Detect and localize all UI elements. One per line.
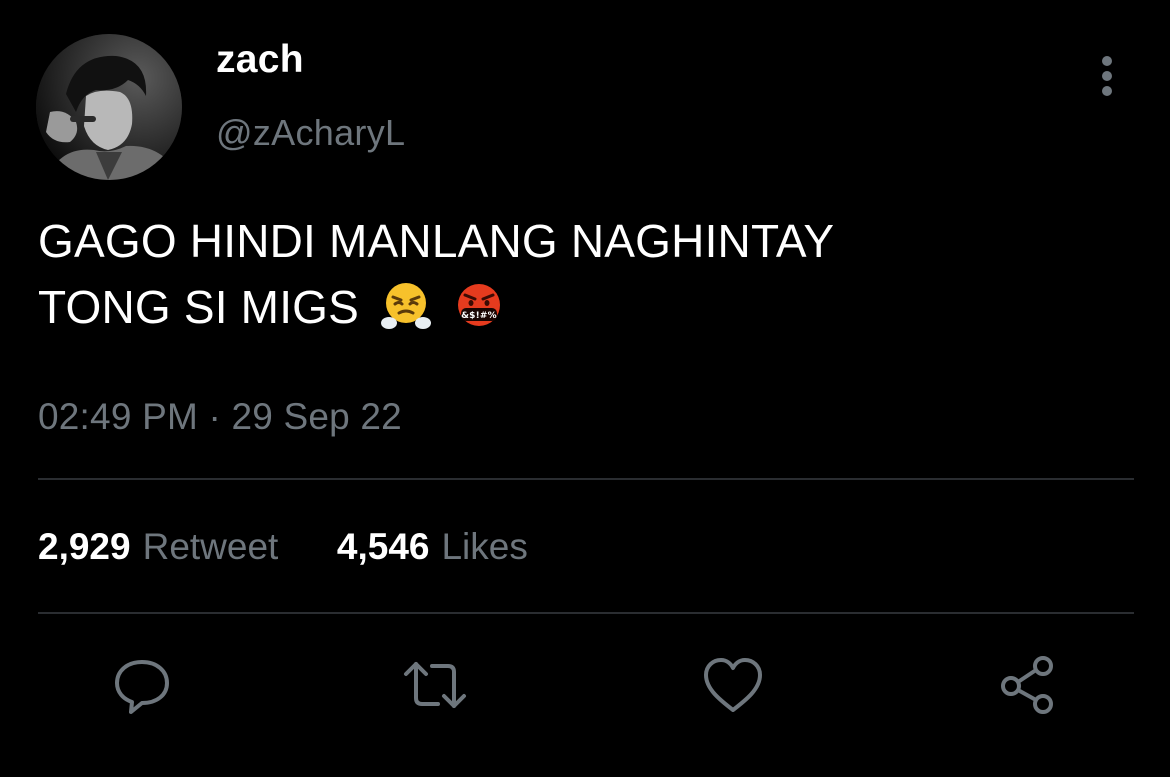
face-with-steam-from-nose-icon: [380, 279, 432, 348]
retweet-icon[interactable]: [402, 652, 468, 718]
divider: [38, 612, 1134, 614]
author-display-name[interactable]: zach: [216, 38, 304, 82]
tweet-text-line-2: TONG SI MIGS: [38, 281, 360, 333]
likes-count: 4,546: [336, 526, 430, 567]
author-handle[interactable]: @zAcharyL: [216, 112, 405, 154]
reply-icon[interactable]: [109, 652, 175, 718]
tweet-text-line-1: GAGO HINDI MANLANG NAGHINTAY: [38, 215, 835, 267]
likes-label: Likes: [441, 526, 528, 567]
svg-text:&$!#%: &$!#%: [461, 311, 497, 321]
retweets-count: 2,929: [38, 526, 131, 567]
retweets-stat[interactable]: 2,929 Retweet: [38, 526, 289, 567]
share-icon[interactable]: [996, 652, 1062, 718]
face-with-symbols-on-mouth-icon: &$!#%: [453, 279, 505, 348]
avatar[interactable]: [36, 34, 182, 180]
retweets-label: Retweet: [142, 526, 279, 567]
divider: [38, 478, 1134, 480]
tweet-timestamp[interactable]: 02:49 PM · 29 Sep 22: [38, 396, 402, 438]
tweet-text: GAGO HINDI MANLANG NAGHINTAY TONG SI MIG…: [38, 208, 1118, 348]
tweet-stats: 2,929 Retweet 4,546 Likes: [38, 526, 528, 568]
more-options-icon[interactable]: [1092, 54, 1122, 98]
tweet-text-line-2-row: TONG SI MIGS &$!#%: [38, 274, 1118, 348]
likes-stat[interactable]: 4,546 Likes: [327, 526, 528, 567]
like-icon[interactable]: [700, 652, 766, 718]
